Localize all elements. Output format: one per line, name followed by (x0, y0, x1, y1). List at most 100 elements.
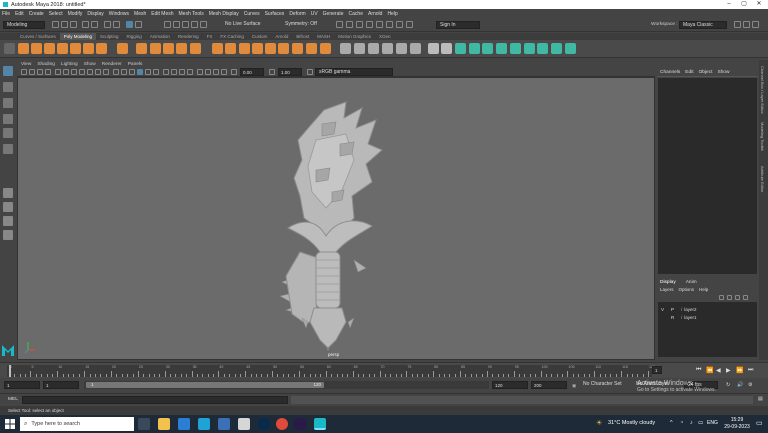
battery-icon[interactable]: ▭ (698, 420, 703, 426)
channel-menu-object[interactable]: Object (699, 70, 713, 75)
use-all-lights-icon[interactable] (145, 69, 151, 75)
minimize-button[interactable]: – (722, 0, 736, 9)
hypershade-icon[interactable] (376, 21, 383, 28)
menu-arnold[interactable]: Arnold (368, 11, 382, 17)
safe-action-icon[interactable] (95, 69, 101, 75)
menu-create[interactable]: Create (29, 11, 44, 17)
toggle-panel-1-icon[interactable] (734, 21, 741, 28)
isolate-select-icon[interactable] (197, 69, 203, 75)
quad-draw-icon[interactable] (382, 43, 393, 54)
poly-cone-icon[interactable] (57, 43, 68, 54)
weather-icon[interactable]: ☀ (596, 419, 602, 427)
side-tab-modeling-toolkit[interactable]: Modeling Toolkit (760, 122, 765, 151)
poly-disc-icon[interactable] (96, 43, 107, 54)
volume-icon[interactable]: ♪ (690, 420, 693, 426)
single-perspective-layout-icon[interactable] (3, 188, 13, 198)
script-language-label[interactable]: MEL (8, 397, 18, 402)
lasso-tool-icon[interactable] (3, 82, 13, 92)
undo-icon[interactable] (82, 21, 89, 28)
menu-deform[interactable]: Deform (289, 11, 305, 17)
poly-cube-icon[interactable] (31, 43, 42, 54)
layer-playback[interactable]: P (671, 307, 681, 312)
panel-menu-show[interactable]: Show (84, 62, 96, 67)
taskbar-search-box[interactable]: ⌕ Type here to search (20, 417, 134, 431)
menu-edit-mesh[interactable]: Edit Mesh (151, 11, 173, 17)
panel-menu-lighting[interactable]: Lighting (61, 62, 78, 67)
fill-hole-icon[interactable] (292, 43, 303, 54)
exposure-icon[interactable] (231, 69, 237, 75)
backface-culling-icon[interactable] (221, 69, 227, 75)
film-gate-icon[interactable] (63, 69, 69, 75)
menu-curves[interactable]: Curves (244, 11, 260, 17)
toggle-panel-2-icon[interactable] (743, 21, 750, 28)
slide-edge-icon[interactable] (410, 43, 421, 54)
insert-edge-loop-icon[interactable] (354, 43, 365, 54)
go-to-start-icon[interactable]: ⏮ (696, 367, 701, 374)
snap-view-plane-icon[interactable] (191, 21, 198, 28)
rotate-tool-icon[interactable] (3, 128, 13, 138)
app-icon[interactable] (238, 418, 250, 430)
animation-end-field[interactable]: 200 (531, 381, 567, 389)
platonic-solid-icon[interactable] (117, 43, 128, 54)
current-frame-field[interactable]: 1 (652, 366, 662, 374)
snap-point-icon[interactable] (182, 21, 189, 28)
new-layer-icon[interactable] (735, 295, 740, 300)
select-hierarchy-icon[interactable] (104, 21, 111, 28)
poly-sphere-icon[interactable] (18, 43, 29, 54)
weather-text[interactable]: 31°C Mostly cloudy (608, 420, 655, 426)
menu-modify[interactable]: Modify (68, 11, 83, 17)
gamma-field[interactable]: 1.00 (278, 68, 302, 76)
panel-menu-panels[interactable]: Panels (128, 62, 143, 67)
layer-menu-options[interactable]: Options (679, 287, 695, 292)
menu-edit[interactable]: Edit (15, 11, 24, 17)
network-icon[interactable]: ◔ (680, 420, 683, 426)
chrome-icon[interactable] (276, 418, 288, 430)
merge-icon[interactable] (306, 43, 317, 54)
make-live-icon[interactable] (200, 21, 207, 28)
motion-blur-icon[interactable] (171, 69, 177, 75)
render-settings-icon[interactable] (366, 21, 373, 28)
uv-sew-icon[interactable] (565, 43, 576, 54)
poly-cylinder-icon[interactable] (44, 43, 55, 54)
uv-editor-icon[interactable] (510, 43, 521, 54)
uv-layout-icon[interactable] (537, 43, 548, 54)
wireframe-on-shaded-icon[interactable] (129, 69, 135, 75)
menu-windows[interactable]: Windows (109, 11, 129, 17)
outliner-layout-icon[interactable] (3, 230, 13, 240)
grid-icon[interactable] (55, 69, 61, 75)
poly-plane-icon[interactable] (83, 43, 94, 54)
arnold-render-icon[interactable] (396, 21, 403, 28)
menu-uv[interactable]: UV (311, 11, 318, 17)
poly-text-icon[interactable] (150, 43, 161, 54)
layer-menu-help[interactable]: Help (699, 287, 708, 292)
xray-joints-icon[interactable] (213, 69, 219, 75)
paint-select-tool-icon[interactable] (3, 98, 13, 108)
layer-tab-display[interactable]: Display (660, 280, 676, 285)
maya-taskbar-icon[interactable] (314, 418, 326, 430)
timeline[interactable]: 1 5 10 15 20 25 30 35 40 45 50 55 60 65 70 75 80 85 90 95 10… (7, 365, 655, 377)
screen-space-ao-icon[interactable] (163, 69, 169, 75)
step-forward-icon[interactable]: ⏩ (736, 367, 743, 374)
photoshop-icon[interactable] (258, 418, 270, 430)
uv-automatic-icon[interactable] (496, 43, 507, 54)
channel-menu-edit[interactable]: Edit (685, 70, 693, 75)
play-back-icon[interactable]: ◀ (716, 367, 721, 374)
boolean-icon[interactable] (212, 43, 223, 54)
append-polygon-icon[interactable] (278, 43, 289, 54)
channel-menu-show[interactable]: Show (717, 70, 729, 75)
camera-attributes-icon[interactable] (29, 69, 35, 75)
premiere-icon[interactable] (294, 418, 306, 430)
mirror-icon[interactable] (225, 43, 236, 54)
select-component-icon[interactable] (126, 21, 133, 28)
bookmarks-icon[interactable] (37, 69, 43, 75)
play-forward-icon[interactable]: ▶ (726, 367, 731, 374)
shelf-tab-arnold[interactable]: Arnold (271, 33, 292, 40)
viewport[interactable]: persp (17, 77, 655, 360)
render-view-icon[interactable] (386, 21, 393, 28)
select-tool-icon[interactable] (3, 66, 13, 76)
maximize-button[interactable]: ▢ (737, 0, 751, 9)
relax-icon[interactable] (441, 43, 452, 54)
uv-cut-icon[interactable] (551, 43, 562, 54)
four-view-layout-icon[interactable] (3, 202, 13, 212)
go-to-end-icon[interactable]: ⏭ (748, 367, 753, 374)
